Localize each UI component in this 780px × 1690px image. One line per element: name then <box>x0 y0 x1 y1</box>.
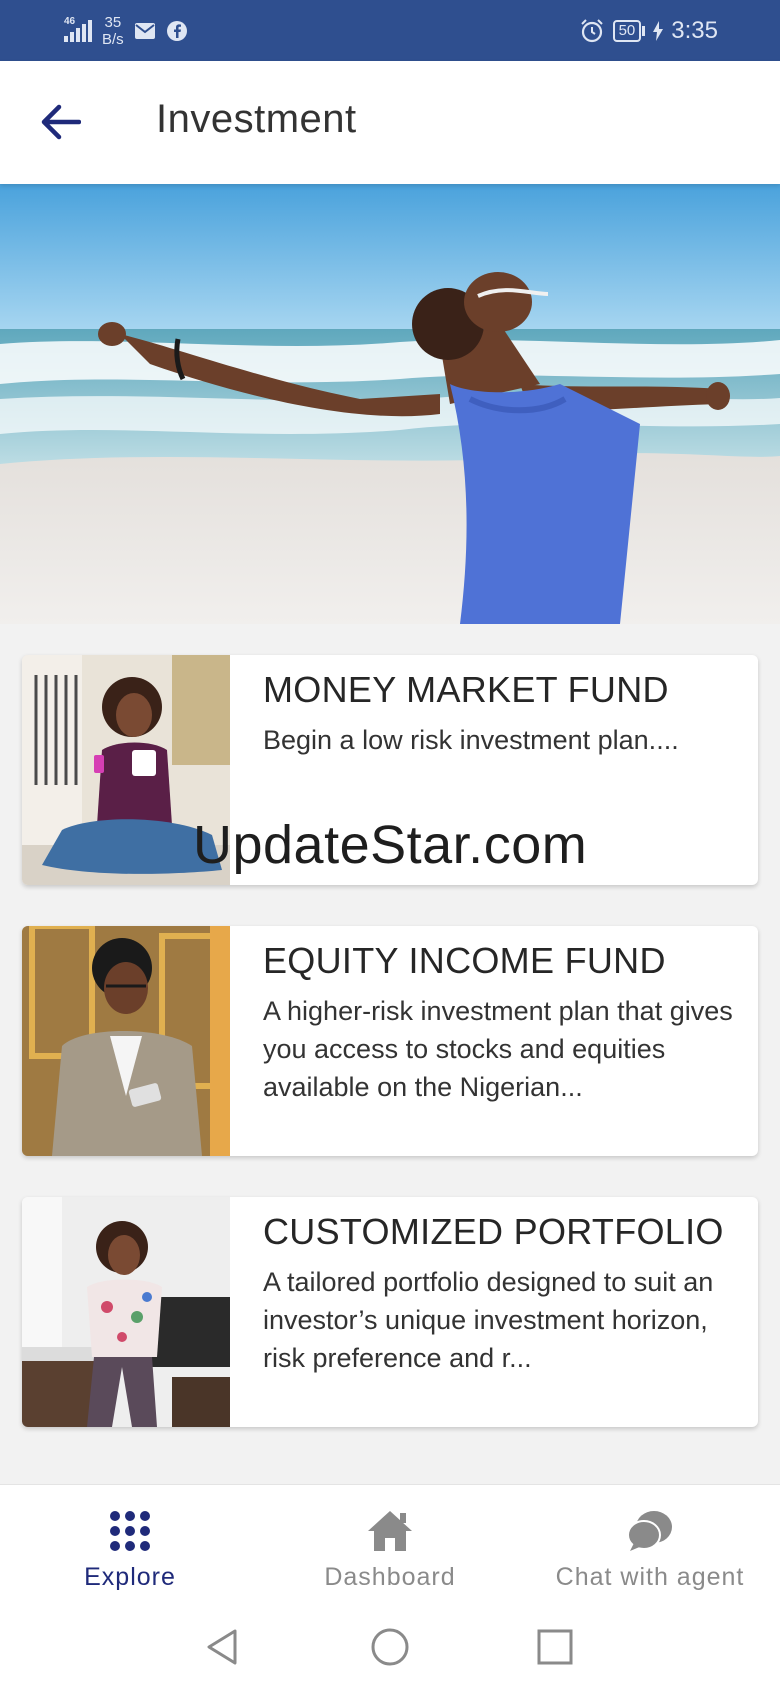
signal-icon: 46 <box>64 16 92 42</box>
nav-dashboard[interactable]: Dashboard <box>260 1485 520 1605</box>
bottom-navigation: Explore Dashboard Chat with agent <box>0 1484 780 1604</box>
square-recents-icon <box>537 1629 573 1665</box>
app-bar: Investment <box>0 61 780 184</box>
home-icon <box>368 1511 412 1551</box>
network-speed: 35 B/s <box>102 14 124 48</box>
clock: 3:35 <box>671 17 718 44</box>
fund-thumbnail-image <box>22 926 230 1156</box>
facebook-icon <box>166 21 187 41</box>
grid-dots-icon <box>110 1511 150 1551</box>
fund-description: Begin a low risk investment plan.... <box>263 725 679 755</box>
system-recents-button[interactable] <box>530 1622 580 1672</box>
fund-title: MONEY MARKET FUND <box>263 669 669 710</box>
arrow-left-icon <box>41 104 81 140</box>
nav-chat-with-agent[interactable]: Chat with agent <box>520 1485 780 1605</box>
nav-explore[interactable]: Explore <box>0 1485 260 1605</box>
chat-bubbles-icon <box>627 1511 672 1551</box>
fund-description: A tailored portfolio designed to suit an… <box>263 1267 714 1373</box>
status-bar: 46 35 B/s 50 3:35 <box>0 0 780 61</box>
system-home-button[interactable] <box>365 1622 415 1672</box>
fund-thumbnail-image <box>22 1197 230 1427</box>
page-title: Investment <box>156 97 357 141</box>
triangle-back-icon <box>207 1629 237 1665</box>
system-back-button[interactable] <box>198 1622 248 1672</box>
fund-description: A higher-risk investment plan that gives… <box>263 996 733 1102</box>
back-button[interactable] <box>30 89 90 155</box>
nav-label: Explore <box>84 1563 176 1591</box>
battery-icon: 50 <box>612 20 646 42</box>
nav-label: Dashboard <box>324 1563 456 1591</box>
mail-icon <box>134 23 155 39</box>
nav-label: Chat with agent <box>555 1563 745 1591</box>
fund-card-equity-income[interactable]: EQUITY INCOME FUND A higher-risk investm… <box>22 926 758 1156</box>
circle-home-icon <box>371 1628 409 1666</box>
alarm-icon <box>580 19 603 43</box>
fund-title: CUSTOMIZED PORTFOLIO <box>263 1211 724 1252</box>
fund-card-customized-portfolio[interactable]: CUSTOMIZED PORTFOLIO A tailored portfoli… <box>22 1197 758 1427</box>
hero-banner-image <box>0 184 780 624</box>
fund-title: EQUITY INCOME FUND <box>263 940 666 981</box>
charging-icon <box>653 21 664 41</box>
system-navigation-bar <box>0 1604 780 1690</box>
watermark-text: UpdateStar.com <box>193 815 588 875</box>
